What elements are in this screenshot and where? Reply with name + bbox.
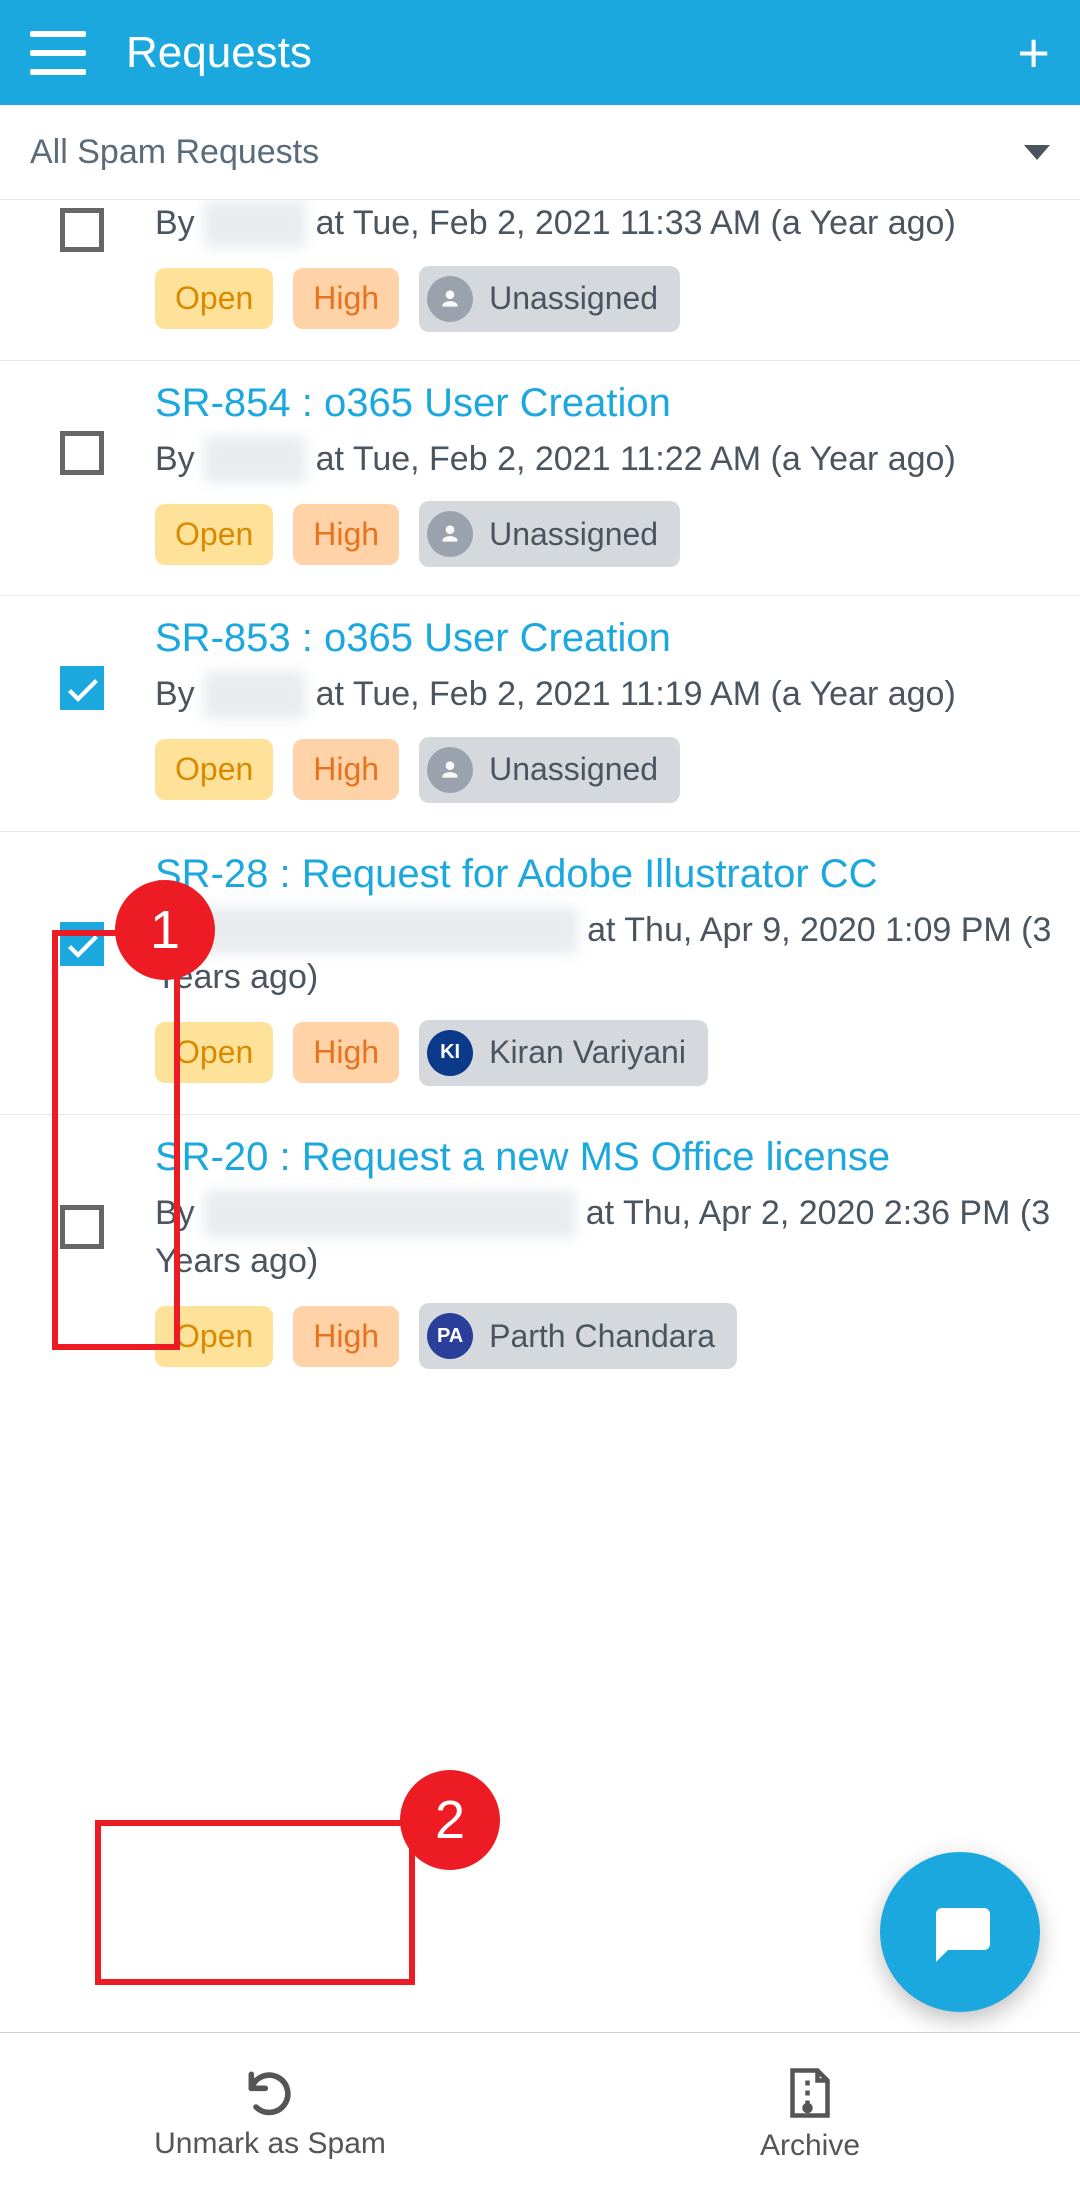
checkbox[interactable] [60,431,104,475]
item-meta: By Ashish at Tue, Feb 2, 2021 11:33 AM (… [155,200,1060,248]
list-item[interactable]: SR-854 : o365 User Creation By Ashish at… [0,361,1080,597]
chat-fab[interactable] [880,1852,1040,2012]
app-root: Requests + All Spam Requests By Ashish a… [0,0,1080,2192]
assignee-name: Unassigned [489,516,658,553]
assignee-name: Unassigned [489,280,658,317]
app-header: Requests + [0,0,1080,105]
status-badge: Open [155,268,273,329]
priority-badge: High [293,1306,399,1367]
archive-button[interactable]: Archive [540,2033,1080,2192]
undo-icon [240,2065,300,2121]
person-icon [427,511,473,557]
status-badge: Open [155,504,273,565]
badges: Open High Unassigned [155,737,1060,803]
badges: Open High KI Kiran Variyani [155,1020,1060,1086]
chat-icon [924,1896,996,1968]
item-meta: By Ashish at Tue, Feb 2, 2021 11:19 AM (… [155,671,1060,719]
assignee-chip[interactable]: Unassigned [419,501,680,567]
person-icon [427,276,473,322]
priority-badge: High [293,1022,399,1083]
item-meta: By Ashish at Tue, Feb 2, 2021 11:22 AM (… [155,436,1060,484]
checkbox[interactable] [60,666,104,710]
checkbox[interactable] [60,922,104,966]
status-badge: Open [155,739,273,800]
person-icon [427,747,473,793]
filter-dropdown[interactable]: All Spam Requests [0,105,1080,200]
page-title: Requests [126,28,1017,78]
unmark-spam-button[interactable]: Unmark as Spam [0,2033,540,2192]
badges: Open High PA Parth Chandara [155,1303,1060,1369]
add-icon[interactable]: + [1017,25,1050,81]
item-title[interactable]: SR-853 : o365 User Creation [155,616,1060,661]
checkbox[interactable] [60,208,104,252]
assignee-name: Kiran Variyani [489,1034,686,1071]
list-item[interactable]: SR-20 : Request a new MS Office license … [0,1115,1080,1397]
assignee-name: Parth Chandara [489,1318,715,1355]
request-list[interactable]: By Ashish at Tue, Feb 2, 2021 11:33 AM (… [0,200,1080,2032]
archive-label: Archive [760,2129,860,2163]
priority-badge: High [293,504,399,565]
list-item[interactable]: SR-28 : Request for Adobe Illustrator CC… [0,832,1080,1115]
status-badge: Open [155,1306,273,1367]
item-title[interactable]: SR-20 : Request a new MS Office license [155,1135,1060,1180]
filter-label: All Spam Requests [30,133,319,172]
avatar-initials: PA [427,1313,473,1359]
badges: Open High Unassigned [155,501,1060,567]
priority-badge: High [293,739,399,800]
item-title[interactable]: SR-854 : o365 User Creation [155,381,1060,426]
item-meta: By Omkar Kelkar (Archived) at Thu, Apr 2… [155,1190,1060,1285]
chevron-down-icon [1024,145,1050,160]
assignee-name: Unassigned [489,751,658,788]
assignee-chip[interactable]: KI Kiran Variyani [419,1020,708,1086]
bottom-bar: Unmark as Spam Archive [0,2032,1080,2192]
menu-icon[interactable] [30,31,86,75]
badges: Open High Unassigned [155,266,1060,332]
item-meta: By Kiran Variyani (Archived) at Thu, Apr… [155,907,1060,1002]
status-badge: Open [155,1022,273,1083]
unmark-label: Unmark as Spam [154,2127,386,2161]
priority-badge: High [293,268,399,329]
avatar-initials: KI [427,1030,473,1076]
list-item[interactable]: SR-853 : o365 User Creation By Ashish at… [0,596,1080,832]
item-title[interactable]: SR-28 : Request for Adobe Illustrator CC [155,852,1060,897]
assignee-chip[interactable]: Unassigned [419,266,680,332]
list-item[interactable]: By Ashish at Tue, Feb 2, 2021 11:33 AM (… [0,200,1080,361]
assignee-chip[interactable]: PA Parth Chandara [419,1303,737,1369]
archive-icon [780,2063,840,2123]
assignee-chip[interactable]: Unassigned [419,737,680,803]
checkbox[interactable] [60,1205,104,1249]
